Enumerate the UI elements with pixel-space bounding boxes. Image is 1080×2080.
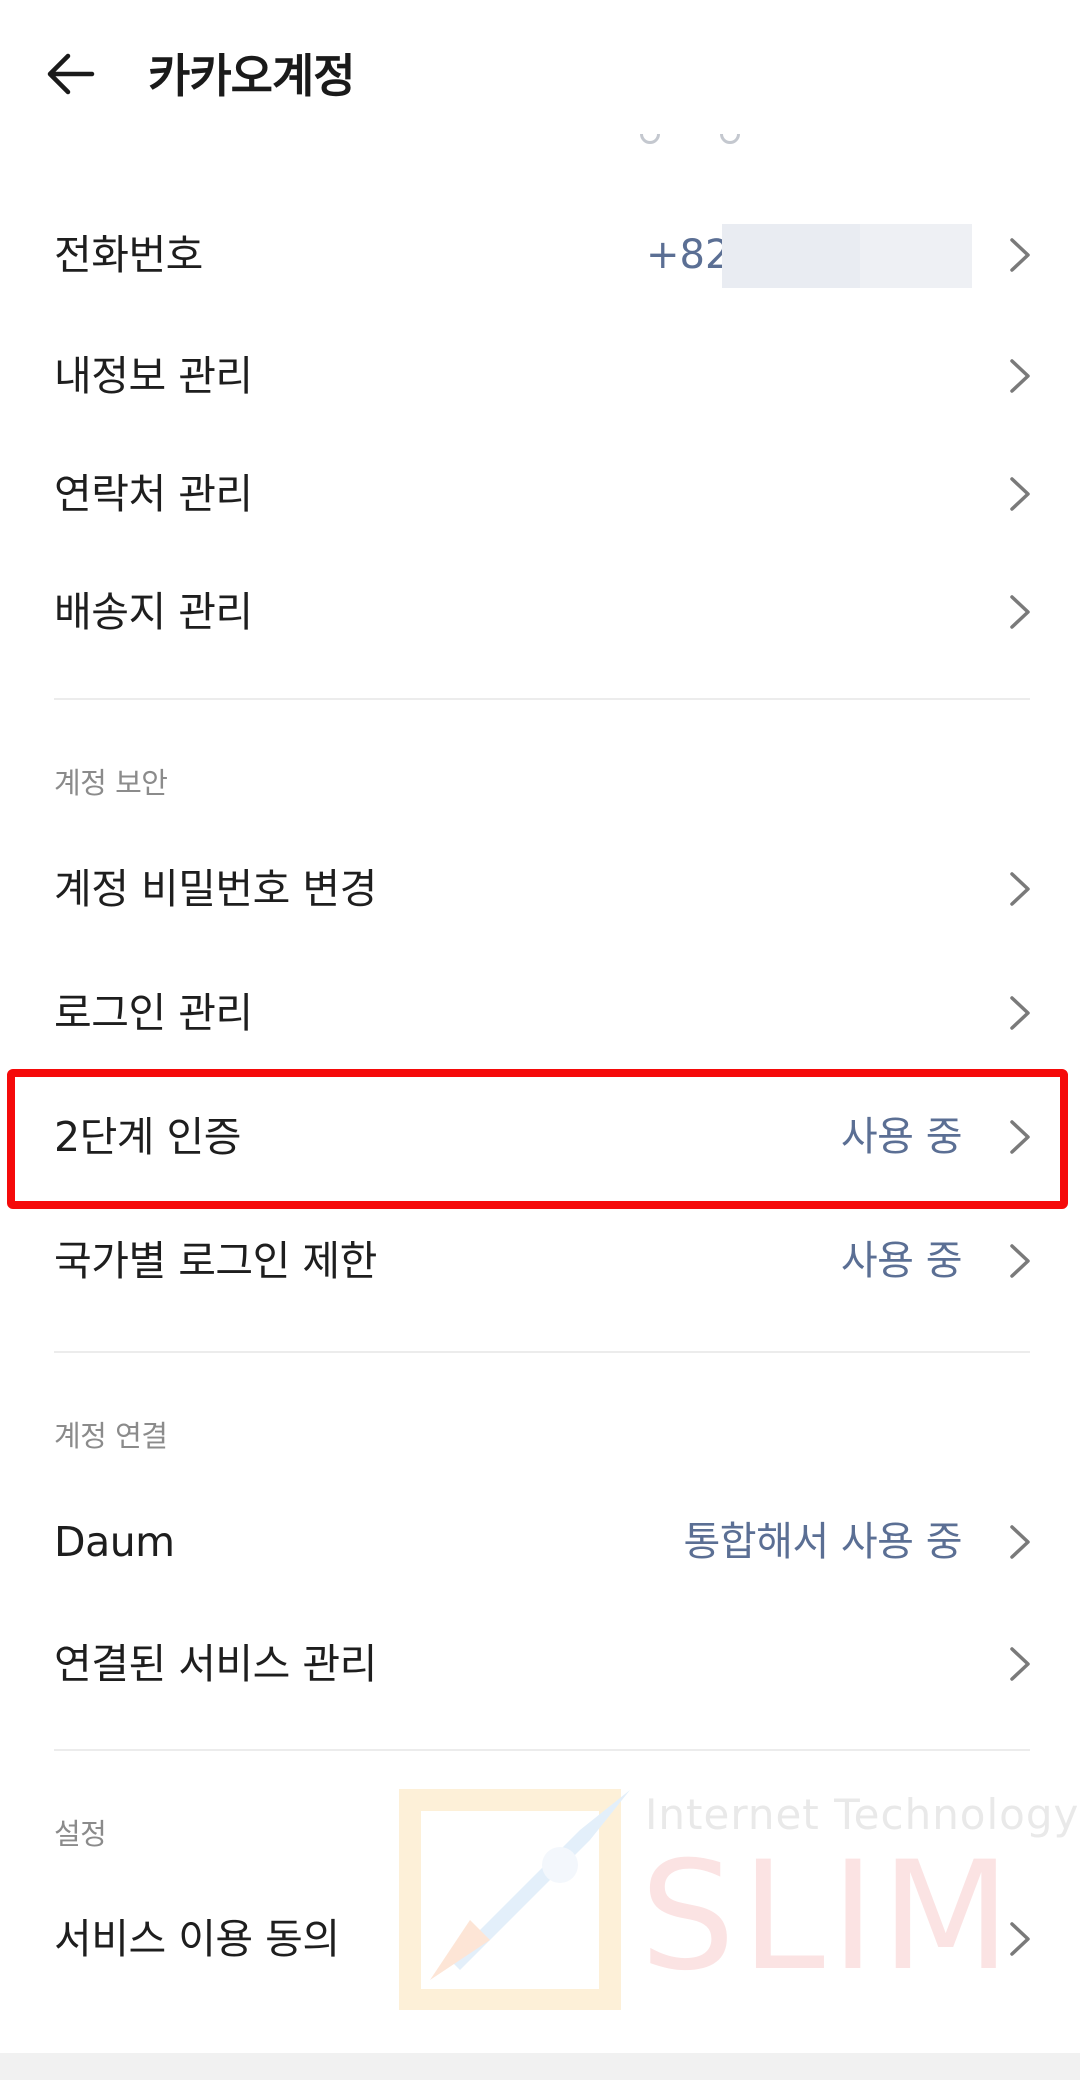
change-password-row[interactable]: 계정 비밀번호 변경 [0, 830, 1080, 948]
chevron-right-icon [1010, 1922, 1030, 1956]
contacts-row[interactable]: 연락처 관리 [0, 435, 1080, 553]
chevron-right-icon [1010, 238, 1030, 272]
chevron-right-icon [1010, 359, 1030, 393]
section-divider [54, 1351, 1030, 1353]
chevron-right-icon [1010, 996, 1030, 1030]
chevron-right-icon [1010, 872, 1030, 906]
phone-number-redaction [722, 224, 972, 288]
phone-number-value: +82 [646, 232, 731, 278]
scrolled-text-remnant [610, 134, 760, 154]
my-info-label: 내정보 관리 [54, 352, 253, 400]
my-info-row[interactable]: 내정보 관리 [0, 317, 1080, 435]
app-header: 카카오계정 [0, 0, 1080, 150]
daum-row[interactable]: Daum 통합해서 사용 중 [0, 1483, 1080, 1601]
chevron-right-icon [1010, 1647, 1030, 1681]
change-password-label: 계정 비밀번호 변경 [54, 865, 377, 913]
login-management-row[interactable]: 로그인 관리 [0, 954, 1080, 1072]
bottom-bar [0, 2053, 1080, 2080]
connected-services-label: 연결된 서비스 관리 [54, 1640, 377, 1688]
account-linking-section-title: 계정 연결 [54, 1419, 168, 1453]
contacts-label: 연락처 관리 [54, 470, 253, 518]
shipping-address-label: 배송지 관리 [54, 588, 253, 636]
service-consent-row[interactable]: 서비스 이용 동의 [0, 1880, 1080, 1998]
connected-services-row[interactable]: 연결된 서비스 관리 [0, 1605, 1080, 1723]
country-login-restriction-row[interactable]: 국가별 로그인 제한 사용 중 [0, 1202, 1080, 1320]
shipping-address-row[interactable]: 배송지 관리 [0, 553, 1080, 671]
chevron-right-icon [1010, 1525, 1030, 1559]
phone-number-label: 전화번호 [54, 231, 203, 279]
country-login-restriction-label: 국가별 로그인 제한 [54, 1237, 377, 1285]
highlight-box [7, 1069, 1068, 1209]
back-arrow-icon[interactable] [40, 42, 104, 106]
country-login-restriction-status: 사용 중 [840, 1238, 963, 1284]
login-management-label: 로그인 관리 [54, 989, 253, 1037]
section-divider [54, 1749, 1030, 1751]
chevron-right-icon [1010, 1244, 1030, 1278]
page-title: 카카오계정 [148, 49, 356, 103]
service-consent-label: 서비스 이용 동의 [54, 1915, 340, 1963]
chevron-right-icon [1010, 477, 1030, 511]
daum-label: Daum [54, 1518, 175, 1566]
security-section-title: 계정 보안 [54, 766, 168, 800]
chevron-right-icon [1010, 595, 1030, 629]
section-divider [54, 698, 1030, 700]
daum-status: 통합해서 사용 중 [683, 1519, 962, 1565]
settings-section-title: 설정 [54, 1817, 107, 1851]
